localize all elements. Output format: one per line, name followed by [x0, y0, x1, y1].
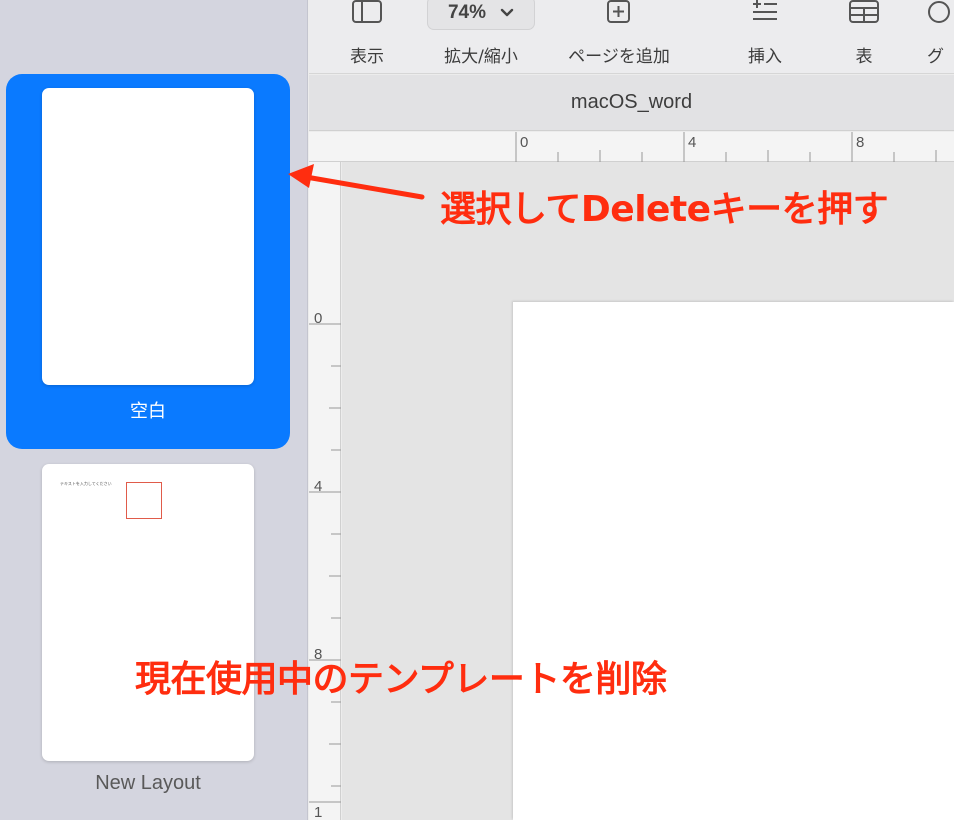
ruler-number: 4 [314, 478, 323, 495]
page-thumbnail-image [42, 88, 254, 385]
chart-icon [928, 1, 950, 23]
insert-button[interactable]: 挿入 [739, 0, 791, 74]
insert-list-icon [753, 0, 777, 20]
page-thumbnail-image: テキストを入力してください [42, 464, 254, 761]
ruler-number: 0 [314, 310, 323, 327]
zoom-dropdown[interactable]: 74% [427, 0, 535, 30]
document-title-bar: macOS_word [309, 75, 954, 131]
ruler-number: 1 [314, 804, 323, 820]
toolbar: 表示 74% 拡大/縮小 ページを追加 挿入 表 グ [309, 0, 954, 74]
page-thumbnail-label: 空白 [130, 401, 166, 422]
insert-label: 挿入 [748, 47, 782, 67]
ruler-number: 0 [520, 134, 529, 151]
page-thumbnail-label: New Layout [95, 772, 201, 794]
view-button[interactable]: 表示 [341, 0, 393, 74]
thumbnail-shape-box [126, 482, 162, 519]
chart-label: グ [927, 47, 944, 67]
document-canvas[interactable] [342, 162, 954, 820]
document-title: macOS_word [570, 91, 693, 113]
document-page[interactable] [513, 302, 954, 820]
zoom-value: 74% [447, 2, 487, 23]
horizontal-ruler[interactable]: 0 4 8 [309, 132, 954, 162]
chevron-down-icon [500, 8, 514, 17]
annotation-arrow [288, 164, 425, 200]
chart-button[interactable]: グ [927, 0, 954, 74]
table-button[interactable]: 表 [839, 0, 889, 74]
add-page-label: ページを追加 [568, 47, 670, 67]
table-icon [849, 0, 879, 23]
vertical-ruler[interactable]: 0 4 8 1 [309, 162, 341, 820]
plus-square-icon [607, 0, 630, 23]
zoom-control[interactable]: 74% 拡大/縮小 [427, 0, 535, 74]
page-thumbnail-new-layout[interactable]: テキストを入力してください New Layout [6, 464, 290, 804]
page-thumbnail-blank[interactable]: 空白 [6, 74, 290, 449]
zoom-label: 拡大/縮小 [444, 47, 518, 67]
annotation-select-delete: 選択してDeleteキーを押す [440, 189, 889, 230]
view-label: 表示 [350, 47, 384, 67]
thumbnail-placeholder-text: テキストを入力してください [60, 481, 112, 486]
ruler-number: 8 [856, 134, 865, 151]
annotation-delete-template: 現在使用中のテンプレートを削除 [135, 659, 667, 700]
sidebar-icon [352, 0, 382, 23]
add-page-button[interactable]: ページを追加 [557, 0, 681, 74]
ruler-number: 4 [688, 134, 697, 151]
table-label: 表 [855, 47, 873, 67]
